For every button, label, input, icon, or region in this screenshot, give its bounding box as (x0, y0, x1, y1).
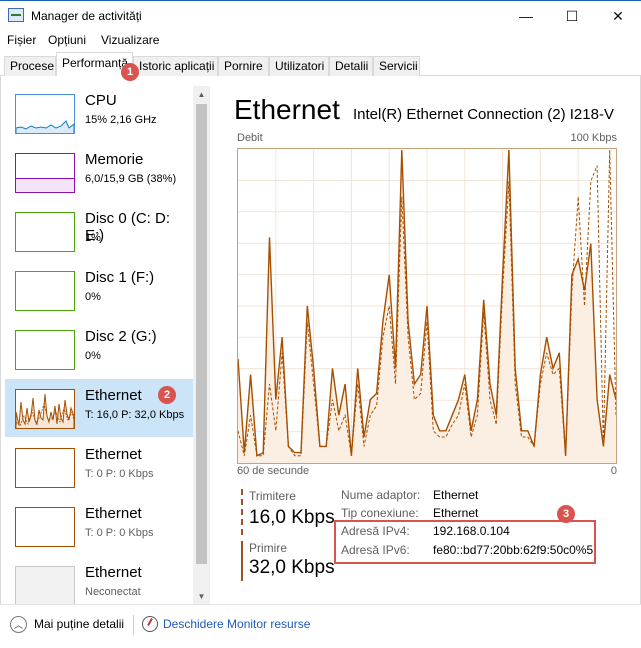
close-button[interactable]: ✕ (595, 1, 641, 31)
sidebar-item-subtitle: T: 16,0 P: 32,0 Kbps (85, 409, 185, 421)
menu-file[interactable]: Fișier (7, 33, 36, 47)
sidebar-item-subtitle: 6,0/15,9 GB (38%) (85, 173, 177, 185)
ethernet-3-thumbnail-graph (15, 507, 75, 547)
window-title: Manager de activități (31, 9, 142, 23)
resource-monitor-icon[interactable] (142, 616, 158, 632)
adapter-name-label: Nume adaptor: (341, 488, 421, 502)
chevron-up-icon[interactable]: ︿ (10, 616, 27, 633)
sidebar-item-subtitle: 0% (85, 350, 101, 362)
sidebar-item-disk-0[interactable]: Disc 0 (C: D: E:) 1% (5, 202, 193, 260)
sidebar-item-subtitle: T: 0 P: 0 Kbps (85, 468, 154, 480)
sidebar-item-title: Ethernet (85, 446, 142, 463)
annotation-badge-1: 1 (121, 63, 139, 81)
disk-2-thumbnail-graph (15, 330, 75, 370)
ip-address-highlight-box (334, 520, 596, 564)
sidebar-item-subtitle: Neconectat (85, 586, 141, 598)
adapter-name-value: Ethernet (433, 488, 479, 502)
annotation-badge-2: 2 (158, 386, 176, 404)
throughput-chart (237, 148, 617, 464)
sidebar-item-title: Memorie (85, 151, 144, 168)
ethernet-2-thumbnail-graph (15, 448, 75, 488)
minimize-button[interactable]: — (503, 1, 549, 31)
annotation-badge-3: 3 (557, 505, 575, 523)
open-resource-monitor-link[interactable]: Deschidere Monitor resurse (163, 617, 310, 631)
cpu-thumbnail-graph (15, 94, 75, 134)
tab-details[interactable]: Detalii (329, 56, 373, 76)
send-value: 16,0 Kbps (249, 507, 335, 528)
scroll-down-icon[interactable]: ▼ (193, 588, 210, 604)
sidebar-item-title: Disc 1 (F:) (85, 269, 155, 286)
fewer-details-link[interactable]: Mai puține detalii (34, 617, 124, 631)
footer-bar: ︿ Mai puține detalii Deschidere Monitor … (0, 604, 641, 648)
tab-processes[interactable]: Procese (4, 56, 56, 76)
scroll-up-icon[interactable]: ▲ (193, 86, 210, 102)
sidebar-item-disk-2[interactable]: Disc 2 (G:) 0% (5, 320, 193, 378)
sidebar-item-subtitle: 1% (85, 232, 101, 244)
menu-options[interactable]: Opțiuni (48, 33, 86, 47)
graph-bottom-right-label: 0 (610, 465, 617, 477)
disk-1-thumbnail-graph (15, 271, 75, 311)
menu-view[interactable]: Vizualizare (101, 33, 159, 47)
send-legend-bar (241, 489, 243, 535)
ethernet-thumbnail-graph (15, 389, 75, 429)
scroll-thumb[interactable] (196, 104, 207, 564)
tab-users[interactable]: Utilizatori (269, 56, 329, 76)
sidebar-item-ethernet-2[interactable]: Ethernet T: 0 P: 0 Kbps (5, 438, 193, 496)
maximize-button[interactable]: ☐ (549, 1, 595, 31)
sidebar-item-subtitle: 15% 2,16 GHz (85, 114, 157, 126)
disk-0-thumbnail-graph (15, 212, 75, 252)
send-label: Trimitere (249, 489, 296, 503)
sidebar-item-title: Disc 2 (G:) (85, 328, 157, 345)
footer-divider (133, 615, 134, 635)
graph-top-right-label: 100 Kbps (570, 132, 617, 144)
connection-type-label: Tip conexiune: (341, 506, 419, 520)
adapter-name: Intel(R) Ethernet Connection (2) I218-V (353, 106, 614, 123)
receive-value: 32,0 Kbps (249, 557, 335, 578)
receive-legend-bar (241, 541, 243, 581)
connection-type-value: Ethernet (433, 506, 479, 520)
menu-bar: Fișier Opțiuni Vizualizare (0, 31, 641, 51)
sidebar-item-subtitle: T: 0 P: 0 Kbps (85, 527, 154, 539)
memory-thumbnail-graph (15, 153, 75, 193)
tab-app-history[interactable]: Istoric aplicații (133, 56, 218, 76)
tab-bar: Procese Performanță Istoric aplicații Po… (0, 52, 641, 77)
sidebar-item-title: Ethernet (85, 505, 142, 522)
sidebar-scrollbar[interactable]: ▲ ▼ (193, 86, 210, 604)
sidebar-item-cpu[interactable]: CPU 15% 2,16 GHz (5, 84, 193, 142)
sidebar-item-memory[interactable]: Memorie 6,0/15,9 GB (38%) (5, 143, 193, 201)
sidebar-item-title: Ethernet (85, 387, 142, 404)
resource-sidebar: CPU 15% 2,16 GHz Memorie 6,0/15,9 GB (38… (5, 84, 193, 604)
graph-top-left-label: Debit (237, 132, 263, 144)
sidebar-item-ethernet-3[interactable]: Ethernet T: 0 P: 0 Kbps (5, 497, 193, 555)
sidebar-item-title: CPU (85, 92, 117, 109)
sidebar-item-subtitle: 0% (85, 291, 101, 303)
title-bar: Manager de activități — ☐ ✕ (0, 0, 641, 31)
throughput-chart-svg (237, 149, 617, 463)
sidebar-item-title: Disc 0 (C: D: E:) (85, 210, 171, 244)
tab-startup[interactable]: Pornire (218, 56, 269, 76)
sidebar-item-ethernet-4[interactable]: Ethernet Neconectat (5, 556, 193, 604)
receive-label: Primire (249, 541, 287, 555)
ethernet-4-thumbnail-graph (15, 566, 75, 604)
sidebar-item-disk-1[interactable]: Disc 1 (F:) 0% (5, 261, 193, 319)
tab-services[interactable]: Servicii (373, 56, 420, 76)
page-title: Ethernet (234, 94, 340, 125)
graph-bottom-left-label: 60 de secunde (237, 465, 310, 477)
sidebar-item-title: Ethernet (85, 564, 142, 581)
task-manager-icon (8, 8, 24, 22)
